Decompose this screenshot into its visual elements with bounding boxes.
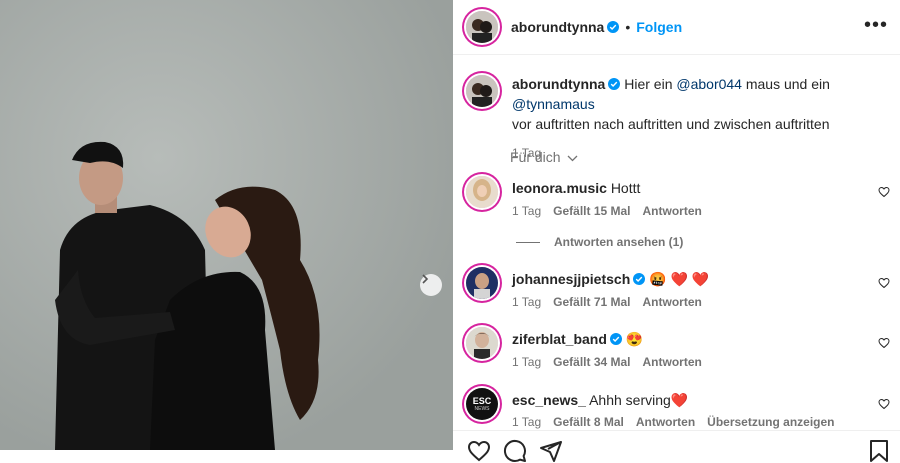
verified-badge-icon [607,21,620,33]
comment-avatar-image [466,327,498,359]
comment-johannes: johannesjjpietsch 🤬 ❤️ ❤️ 1 Tag Gefällt 7… [453,265,900,315]
comment-avatar[interactable]: ESC NEWS [466,388,498,420]
comment-ziferblat: ziferblat_band 😍 1 Tag Gefällt 34 Mal Antw… [453,325,900,375]
author-username[interactable]: aborundtynna [511,19,604,35]
comment-leonora: leonora.music Hottt 1 Tag Gefällt 15 Mal A… [453,174,900,224]
reply-button[interactable]: Antworten [643,355,702,369]
comment-body: ziferblat_band 😍 [512,330,643,348]
esc-avatar-text-bottom: NEWS [474,405,490,412]
comment-meta: 1 Tag Gefällt 71 Mal Antworten [512,295,714,309]
heart-icon[interactable] [878,186,890,198]
mention-tynnamaus[interactable]: @tynnamaus [512,96,595,112]
author-avatar-image [466,11,498,43]
for-you-label: Für dich [510,149,561,165]
caption-text-prefix: Hier ein [624,76,673,92]
comment-likes[interactable]: Gefällt 15 Mal [553,204,630,218]
post-photo [0,0,453,450]
verified-badge-icon [609,333,622,345]
caption-author-avatar[interactable] [466,75,498,107]
follow-button[interactable]: Folgen [636,19,682,35]
chevron-down-icon [568,155,578,162]
comment-avatar-image [466,176,498,208]
comment-username[interactable]: johannesjjpietsch [512,270,630,288]
heart-icon[interactable] [878,398,890,410]
comment-text: 🤬 ❤️ ❤️ [649,271,710,287]
comment-meta: 1 Tag Gefällt 34 Mal Antworten [512,355,714,369]
view-replies-button[interactable]: Antworten ansehen (1) [516,235,683,249]
comment-username[interactable]: ziferblat_band [512,330,607,348]
comment-body: johannesjjpietsch 🤬 ❤️ ❤️ [512,270,709,288]
heart-icon[interactable] [878,337,890,349]
share-icon[interactable] [539,439,563,463]
view-replies-label: Antworten ansehen (1) [554,235,684,249]
verified-badge-icon [608,78,621,90]
for-you-filter[interactable]: Für dich [510,149,578,165]
comment-username[interactable]: esc_news_ [512,392,586,408]
comment-esc-news: ESC NEWS esc_news_ Ahhh serving❤️ 1 Tag G… [453,386,900,430]
mention-abor044[interactable]: @abor044 [676,76,742,92]
comment-likes[interactable]: Gefällt 71 Mal [553,295,630,309]
comment-username[interactable]: leonora.music [512,180,607,196]
author-avatar[interactable] [466,11,498,43]
comment-text: Hottt [610,180,641,196]
comment-time[interactable]: 1 Tag [512,295,541,309]
comment-body: leonora.music Hottt [512,179,640,197]
comment-avatar[interactable] [466,176,498,208]
caption-text-mid: maus und ein [745,76,830,92]
comment-avatar[interactable] [466,327,498,359]
verified-badge-icon [633,273,646,285]
comment-likes[interactable]: Gefällt 34 Mal [553,355,630,369]
translate-button[interactable]: Übersetzung anzeigen [707,415,834,429]
comment-meta: 1 Tag Gefällt 8 Mal Antworten Übersetzung a… [512,415,847,429]
caption-author-avatar-image [466,75,498,107]
post-panel: aborundtynna • Folgen ••• aborundtynna H… [453,0,900,462]
photo-illustration [0,0,453,450]
reply-button[interactable]: Antworten [643,204,702,218]
more-options-icon[interactable]: ••• [864,15,888,35]
comment-time[interactable]: 1 Tag [512,415,541,429]
reply-button[interactable]: Antworten [636,415,695,429]
comment-avatar[interactable] [466,267,498,299]
action-bar [453,430,900,462]
heart-icon[interactable] [878,277,890,289]
chevron-right-icon [422,274,429,284]
comment-text: Ahhh serving❤️ [589,392,689,408]
comment-icon[interactable] [503,439,527,463]
replies-line [516,242,540,244]
comment-body: esc_news_ Ahhh serving❤️ [512,391,688,409]
comment-avatar-image [466,267,498,299]
esc-avatar-text-top: ESC [472,395,492,406]
post-header: aborundtynna • Folgen ••• [453,0,900,55]
comment-likes[interactable]: Gefällt 8 Mal [553,415,624,429]
reply-button[interactable]: Antworten [643,295,702,309]
like-heart-icon[interactable] [467,439,491,463]
next-photo-button[interactable] [420,274,442,296]
bookmark-icon[interactable] [869,439,889,463]
caption-username[interactable]: aborundtynna [512,76,605,92]
separator-dot: • [625,19,631,35]
comment-text: 😍 [625,331,644,347]
comment-time[interactable]: 1 Tag [512,204,541,218]
caption-text-line-2: vor auftritten nach auftritten und zwisc… [512,116,830,132]
comment-time[interactable]: 1 Tag [512,355,541,369]
comment-meta: 1 Tag Gefällt 15 Mal Antworten [512,204,714,218]
